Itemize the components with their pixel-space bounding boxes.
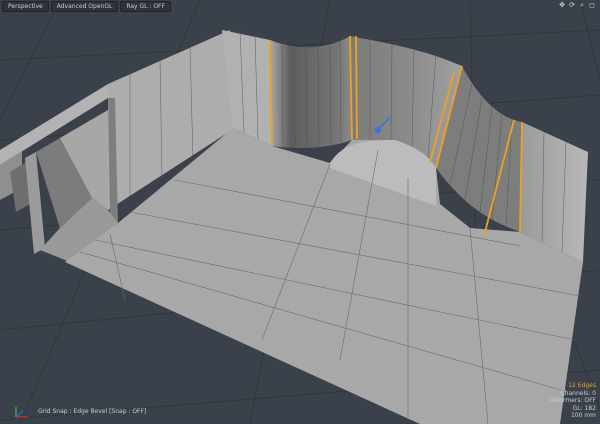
move-view-icon[interactable]: ✥ — [558, 1, 566, 9]
ray-gl-button[interactable]: Ray GL : OFF — [120, 1, 171, 12]
axis-gizmo-icon — [15, 407, 28, 418]
scene-canvas[interactable] — [0, 0, 600, 424]
view-mode-button[interactable]: Perspective — [2, 1, 49, 12]
selection-info: 12 Edges Channels: 0 Deformers: OFF GL: … — [549, 382, 596, 420]
viewport-toolbar: Perspective Advanced OpenGL Ray GL : OFF — [2, 1, 171, 12]
edge-count: 12 Edges — [568, 382, 596, 389]
snap-status: Grid Snap : Edge Bevel [Snap : OFF] — [38, 408, 147, 415]
deformers-info: Deformers: OFF — [548, 397, 596, 405]
maximize-view-icon[interactable]: ◻ — [588, 1, 596, 9]
rotate-view-icon[interactable]: ⟳ — [568, 1, 576, 9]
3d-viewport[interactable]: Perspective Advanced OpenGL Ray GL : OFF… — [0, 0, 600, 424]
zoom-view-icon[interactable]: ⌕ — [578, 1, 586, 9]
gl-info: GL: 182 — [572, 404, 596, 412]
grid-size-info: 100 mm — [570, 412, 596, 420]
channels-info: Channels: 0 — [560, 389, 596, 397]
viewport-nav-icons: ✥ ⟳ ⌕ ◻ — [558, 1, 596, 9]
render-mode-button[interactable]: Advanced OpenGL — [50, 1, 119, 12]
